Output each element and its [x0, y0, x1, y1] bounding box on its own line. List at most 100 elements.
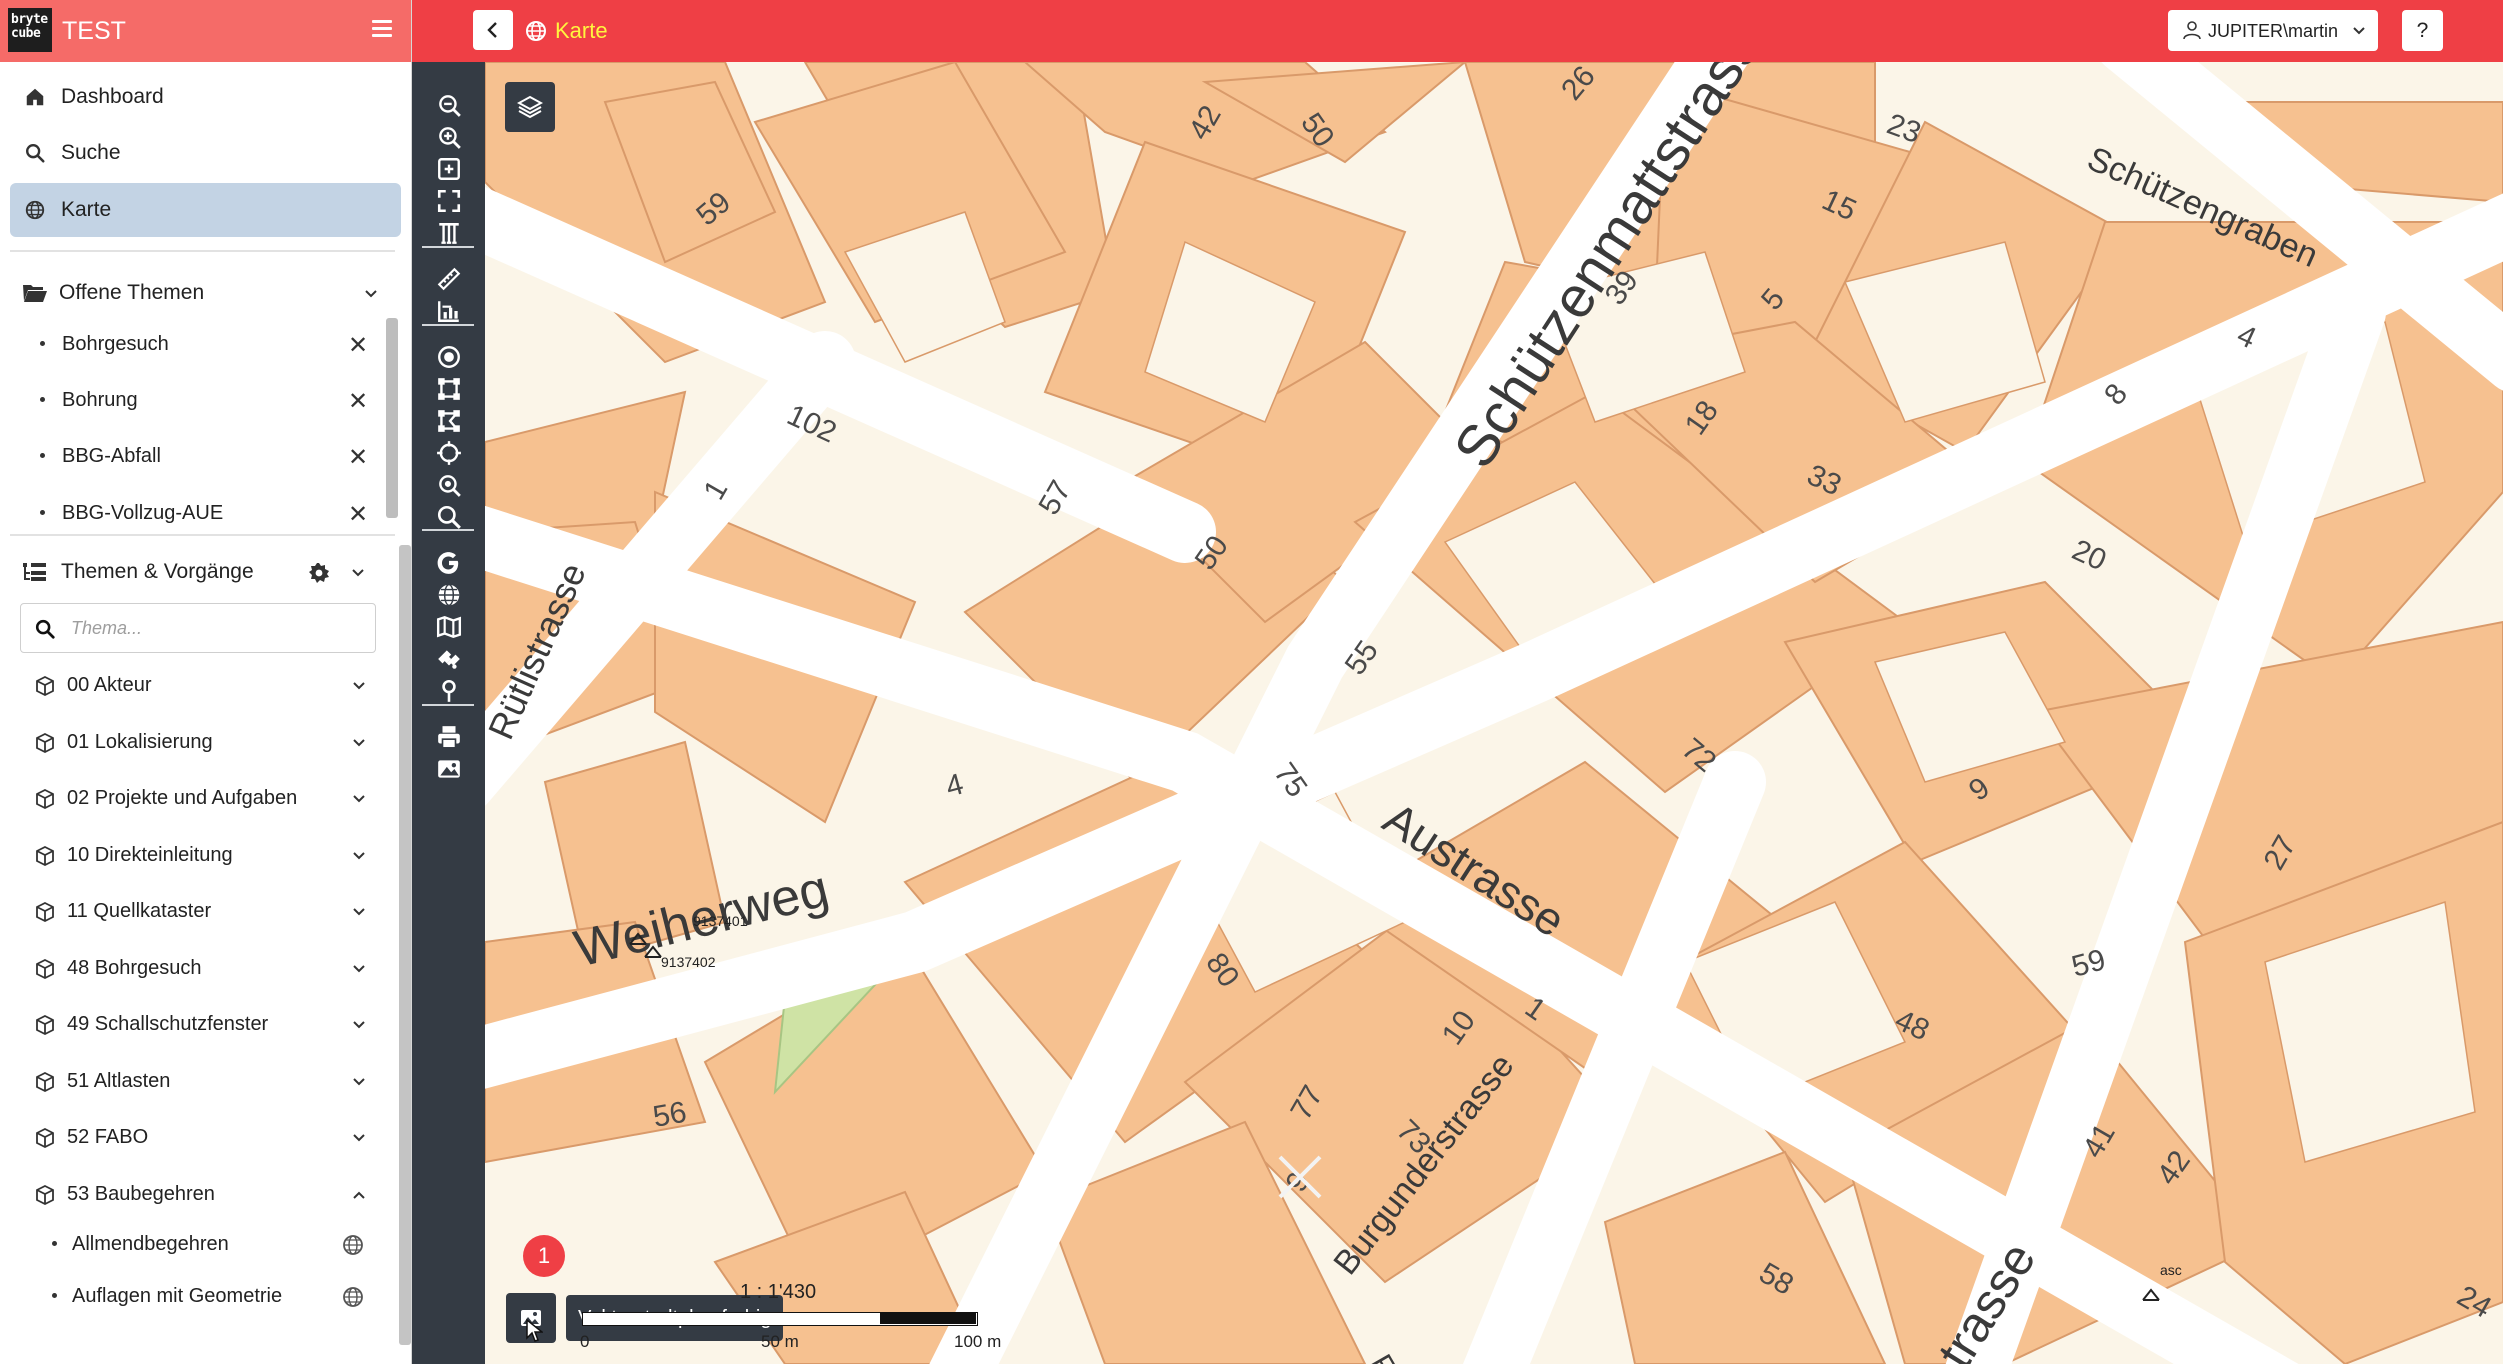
tool-puzzle[interactable] — [431, 641, 467, 677]
globe-icon[interactable] — [341, 1233, 365, 1257]
open-topic-item[interactable]: BBG-Abfall ✕ — [40, 437, 370, 477]
gear-icon[interactable] — [307, 561, 331, 585]
street-name-label: Fei — [1364, 1349, 1413, 1364]
user-name: JUPITER\martin — [2208, 21, 2339, 41]
tool-globe[interactable] — [431, 577, 467, 613]
tool-zoom-out[interactable] — [431, 87, 467, 123]
layers-button[interactable] — [505, 82, 555, 132]
theme-label: 51 Altlasten — [67, 1069, 171, 1092]
tool-separator — [422, 324, 474, 326]
close-icon[interactable]: ✕ — [348, 331, 368, 360]
close-icon[interactable]: ✕ — [348, 500, 368, 529]
bullet — [40, 510, 45, 515]
nav-dashboard[interactable]: Dashboard — [10, 70, 401, 124]
tool-zoom-in[interactable] — [431, 119, 467, 155]
theme-item[interactable]: 51 Altlasten — [34, 1062, 374, 1102]
tool-map[interactable] — [431, 609, 467, 645]
home-icon — [26, 88, 44, 106]
open-topic-label: BBG-Vollzug-AUE — [62, 502, 224, 524]
tree-list-icon — [23, 563, 46, 581]
nav-label: Suche — [61, 141, 121, 164]
profile-icon — [438, 301, 459, 322]
map-tool-rail — [412, 62, 485, 1364]
theme-item[interactable]: 53 Baubegehren — [34, 1175, 374, 1215]
tool-separator — [422, 246, 474, 248]
chevron-down-icon[interactable] — [351, 566, 365, 580]
point-icon — [438, 346, 460, 368]
theme-item[interactable]: 10 Direkteinleitung — [34, 836, 374, 876]
measure-icon — [437, 267, 461, 291]
map-view[interactable]: Schützenmattstrasse Schützengraben Austras… — [485, 62, 2503, 1364]
cube-icon — [36, 1184, 54, 1205]
nav-label: Karte — [61, 198, 112, 221]
close-icon[interactable]: ✕ — [348, 387, 368, 416]
zoom-search-icon — [439, 475, 461, 497]
house-number-label: 56 — [650, 1096, 689, 1134]
tool-print[interactable] — [431, 719, 467, 755]
theme-sub-item[interactable]: Allmendbegehren — [52, 1225, 382, 1265]
scale-tick: 100 m — [954, 1332, 1002, 1351]
nav-karte[interactable]: Karte — [10, 183, 401, 237]
map-canvas[interactable]: Schützenmattstrasse SchützengrabenAustras… — [485, 62, 2503, 1364]
theme-sub-label: Allmendbegehren — [72, 1233, 229, 1255]
globe-icon — [438, 584, 460, 606]
open-topic-item[interactable]: Bohrgesuch ✕ — [40, 325, 370, 365]
theme-label: 10 Direkteinleitung — [67, 843, 233, 866]
bullet — [52, 1293, 57, 1298]
layers-icon — [517, 95, 543, 119]
app-name: TEST — [62, 17, 126, 45]
close-icon[interactable]: ✕ — [348, 443, 368, 472]
hamburger-menu-icon[interactable] — [372, 20, 392, 38]
divider — [10, 534, 395, 536]
cube-icon — [36, 675, 54, 697]
tool-edit-polygon[interactable] — [431, 403, 467, 439]
theme-item[interactable]: 00 Akteur — [34, 666, 374, 706]
tool-polygon[interactable] — [431, 371, 467, 407]
scale-bar — [582, 1312, 978, 1326]
print-icon — [438, 726, 460, 749]
tool-zoom-search[interactable] — [431, 467, 467, 503]
themes-header[interactable]: Themen & Vorgänge — [22, 553, 387, 593]
point-label: 9137402 — [661, 954, 716, 970]
cube-icon — [36, 1014, 54, 1036]
theme-label: 00 Akteur — [67, 674, 152, 696]
chevron-down-icon — [353, 1077, 365, 1085]
theme-item[interactable]: 48 Bohrgesuch — [34, 949, 374, 989]
tool-image-export[interactable] — [431, 751, 467, 787]
sidebar: bryte cube TEST Dashboard Suche Karte Off… — [0, 0, 412, 1364]
open-topic-item[interactable]: Bohrung ✕ — [40, 381, 370, 421]
theme-item[interactable]: 11 Quellkataster — [34, 892, 374, 932]
theme-sub-item[interactable]: Auflagen mit Geometrie — [52, 1277, 382, 1317]
chevron-down-icon — [353, 795, 365, 803]
theme-item[interactable]: 52 FABO — [34, 1118, 374, 1158]
scale-segment — [781, 1313, 880, 1324]
globe-icon[interactable] — [341, 1285, 365, 1309]
theme-item[interactable]: 02 Projekte und Aufgaben — [34, 779, 374, 819]
nav-suche[interactable]: Suche — [10, 126, 401, 180]
tool-zoom-box[interactable] — [431, 151, 467, 187]
help-button[interactable]: ? — [2402, 10, 2443, 51]
theme-search-input[interactable] — [71, 612, 361, 644]
scale-tick: 0 — [580, 1332, 590, 1351]
chevron-down-icon — [353, 908, 365, 916]
chevron-down-icon — [365, 290, 377, 298]
open-topics-scrollbar[interactable] — [386, 318, 398, 518]
theme-search-field[interactable] — [20, 603, 376, 653]
themes-scrollbar[interactable] — [399, 545, 411, 1345]
tool-fullscreen[interactable] — [431, 183, 467, 219]
scale-ratio: 1 : 1'430 — [740, 1281, 817, 1303]
cube-icon — [36, 1071, 54, 1092]
open-topic-item[interactable]: BBG-Vollzug-AUE ✕ — [40, 494, 370, 534]
tool-crosshair[interactable] — [431, 435, 467, 471]
open-topics-header[interactable]: Offene Themen — [22, 274, 387, 314]
tool-google[interactable] — [431, 545, 467, 581]
back-button[interactable] — [473, 10, 513, 50]
theme-item[interactable]: 01 Lokalisierung — [34, 723, 374, 763]
chevron-down-icon — [2353, 27, 2365, 35]
user-menu-button[interactable]: JUPITER\martin — [2168, 10, 2378, 51]
tool-measure[interactable] — [431, 261, 467, 297]
pan-icon — [439, 223, 459, 244]
bullet — [40, 397, 45, 402]
theme-item[interactable]: 49 Schallschutzfenster — [34, 1005, 374, 1045]
tool-point[interactable] — [431, 339, 467, 375]
